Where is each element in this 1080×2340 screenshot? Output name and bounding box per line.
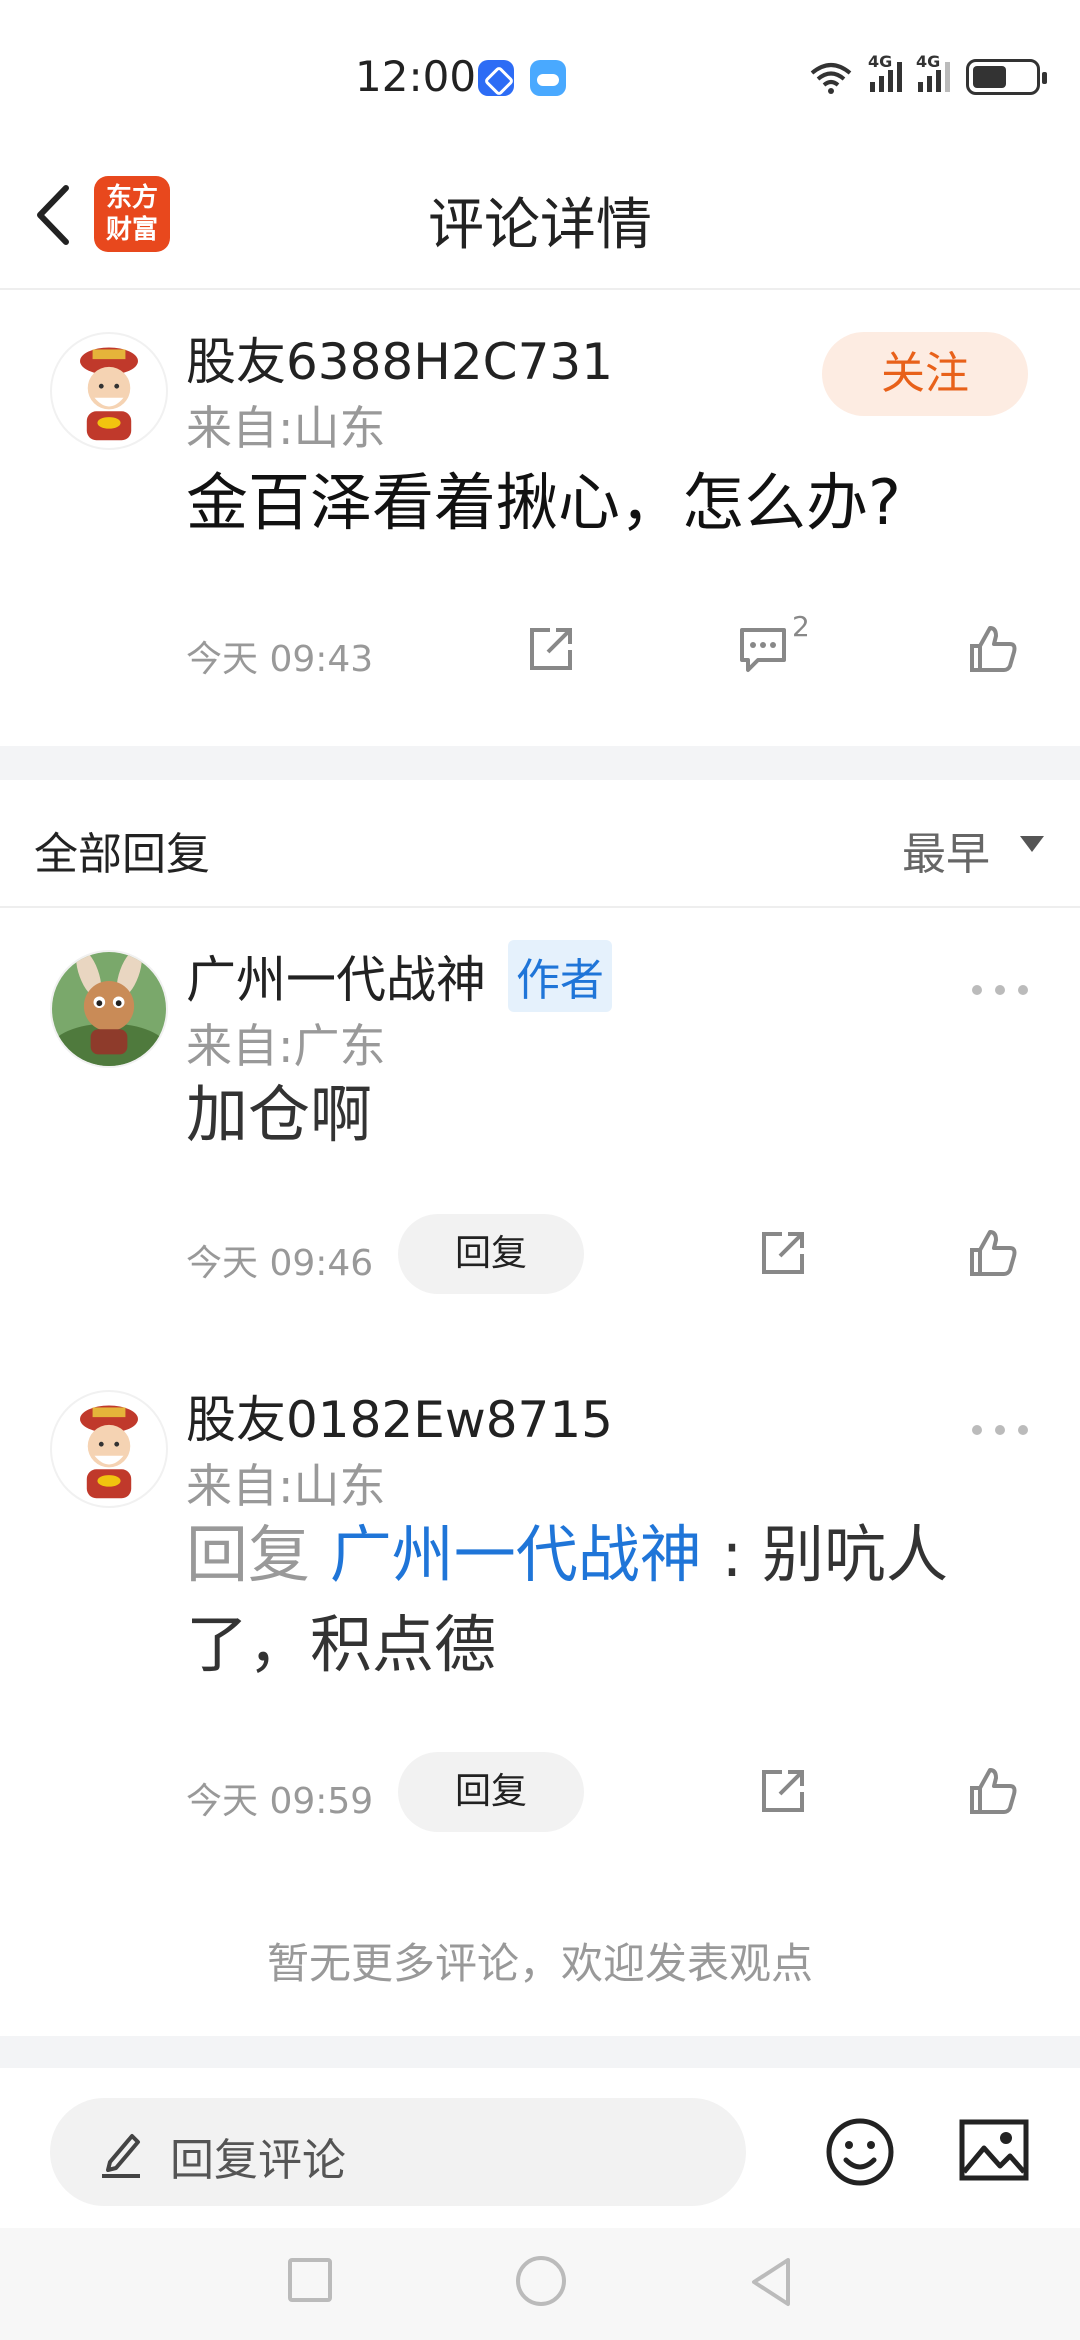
image-icon[interactable] [958,2118,1030,2182]
share-icon[interactable] [756,1226,810,1280]
nav-back-icon[interactable] [746,2252,796,2312]
reply-item: 股友0182Ew8715 来自:山东 回复 广州一代战神 : 别吭人了，积点德 … [0,1350,1080,1870]
sort-dropdown[interactable]: 最早 [902,818,990,882]
pencil-icon [102,2134,140,2178]
no-more-comments-note: 暂无更多评论，欢迎发表观点 [266,1939,813,1988]
like-icon[interactable] [966,1226,1020,1280]
character-avatar-icon [52,952,166,1066]
comment-username[interactable]: 股友6388H2C731 [186,322,613,394]
reply-time: 今天 09:46 [186,1243,374,1284]
main-comment: 股友6388H2C731 来自:山东 关注 金百泽看着揪心，怎么办? 今天 09… [0,292,1080,746]
section-divider [0,746,1080,780]
home-button[interactable] [516,2256,566,2306]
reply-input[interactable]: 回复评论 [50,2098,746,2206]
comment-text: 金百泽看着揪心，怎么办? [186,466,901,539]
battery-icon [966,59,1047,95]
share-icon[interactable] [756,1764,810,1818]
replies-header: 全部回复 最早 [0,780,1080,908]
page-title: 评论详情 [428,193,652,258]
reply-username[interactable]: 广州一代战神 [186,940,486,1012]
reply-time: 今天 09:59 [186,1781,374,1822]
reply-input-placeholder: 回复评论 [170,2135,346,2186]
comment-icon[interactable] [736,622,790,676]
weather-app-icon [530,60,566,96]
status-icons: 4G 4G [808,52,1047,98]
reply-username[interactable]: 股友0182Ew8715 [186,1380,613,1452]
replies-title: 全部回复 [34,829,210,880]
top-header: 东方 财富 评论详情 [0,150,1080,290]
avatar[interactable] [50,1390,168,1508]
status-bar: 12:00 4G 4G [0,0,1080,150]
reply-prefix: 回复 [186,1518,330,1591]
like-icon[interactable] [966,622,1020,676]
reply-button[interactable]: 回复 [398,1752,584,1832]
reply-location: 来自:广东 [186,1019,386,1073]
fortune-god-avatar-icon [53,1393,165,1505]
follow-button[interactable]: 关注 [822,332,1028,416]
signal-strength-icon: 4G [868,52,902,92]
comment-detail-page: 12:00 4G 4G 东方 财富 评论详情 股友6388H2C731 来自:山… [0,0,1080,2340]
reply-location: 来自:山东 [186,1459,386,1513]
status-time: 12:00 [355,52,477,101]
wifi-icon [810,63,852,94]
reply-text: 回复 广州一代战神 : 别吭人了，积点德 [186,1510,1066,1690]
reply-button[interactable]: 回复 [398,1214,584,1294]
system-nav-bar [0,2228,1080,2340]
more-options-icon[interactable] [972,1420,1028,1440]
signal-strength-icon-2: 4G [916,52,950,92]
comment-time: 今天 09:43 [186,639,374,680]
avatar[interactable] [50,950,168,1068]
avatar[interactable] [50,332,168,450]
share-icon[interactable] [524,622,578,676]
bottom-input-bar: 回复评论 [0,2068,1080,2228]
reply-count: 2 [792,610,810,643]
like-icon[interactable] [966,1764,1020,1818]
author-badge: 作者 [508,940,612,1012]
reply-text: 加仓啊 [186,1078,373,1151]
more-options-icon[interactable] [972,980,1028,1000]
emoji-icon[interactable] [824,2116,896,2188]
chevron-down-icon[interactable] [1020,836,1044,852]
notification-app-icon [478,60,514,96]
comment-location: 来自:山东 [186,401,386,455]
reply-target-user[interactable]: 广州一代战神 [330,1518,702,1591]
recents-button[interactable] [288,2258,332,2302]
fortune-god-avatar-icon [53,335,165,447]
section-divider [0,2036,1080,2068]
reply-item: 广州一代战神 作者 来自:广东 加仓啊 今天 09:46 回复 [0,910,1080,1330]
